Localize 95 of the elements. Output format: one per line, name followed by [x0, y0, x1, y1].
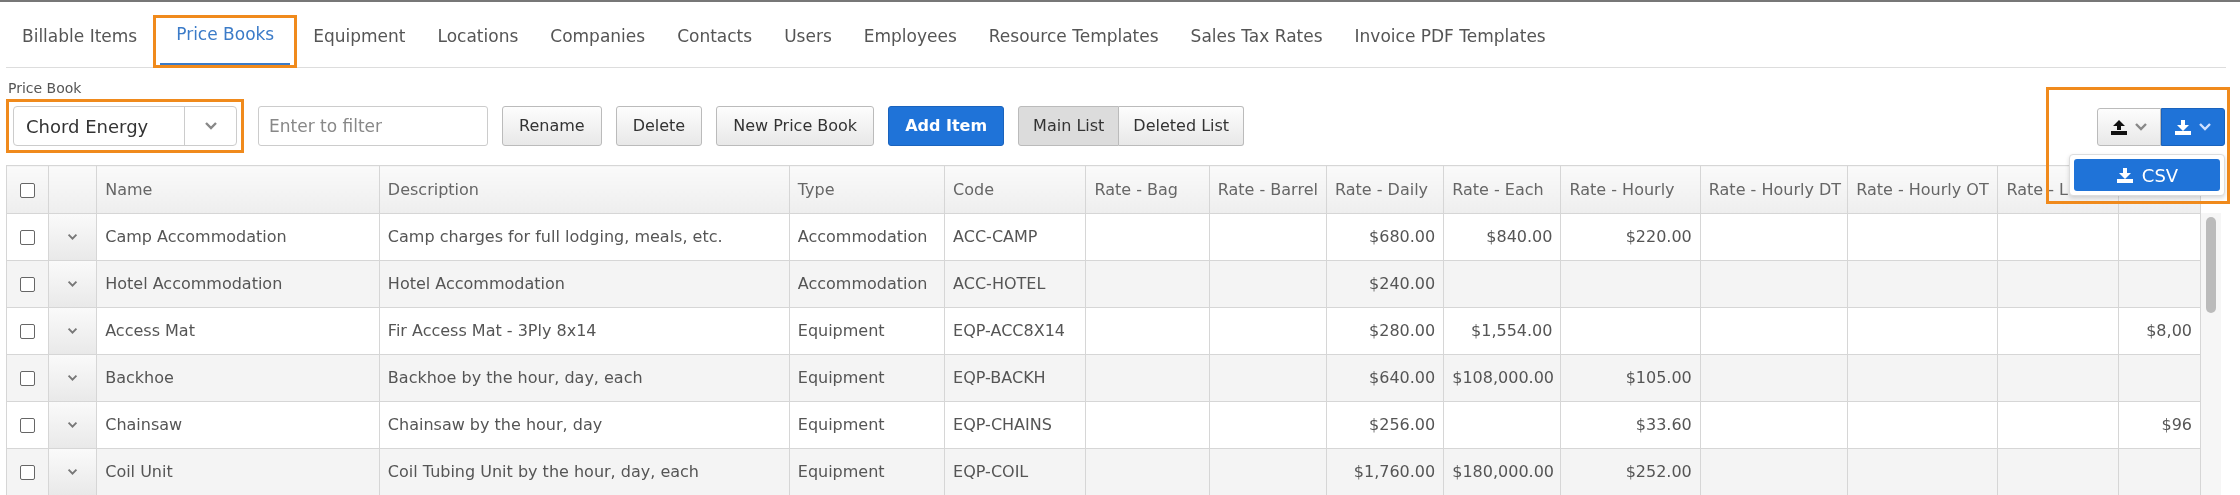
- table-cell: $108,000.00: [1443, 354, 1561, 402]
- table-cell: ACC-HOTEL: [944, 260, 1086, 308]
- column-header[interactable]: Description: [379, 165, 790, 214]
- column-header[interactable]: Rate - Bag: [1085, 165, 1210, 214]
- tab[interactable]: Companies: [534, 23, 662, 67]
- tab[interactable]: Resource Templates: [972, 23, 1175, 67]
- tab[interactable]: Equipment: [297, 23, 422, 67]
- checkbox[interactable]: [20, 230, 36, 245]
- table-cell: Coil Unit: [96, 448, 380, 495]
- checkbox[interactable]: [20, 324, 36, 339]
- button[interactable]: Add Item: [888, 106, 1005, 146]
- upload-icon: [2110, 118, 2128, 136]
- tab[interactable]: Contacts: [661, 23, 769, 67]
- tab[interactable]: Invoice PDF Templates: [1338, 23, 1562, 67]
- checkbox[interactable]: [20, 418, 36, 433]
- checkbox[interactable]: [20, 182, 36, 198]
- price-book-select[interactable]: Chord Energy: [13, 106, 237, 146]
- chevron-down-icon: [2134, 122, 2148, 132]
- column-header[interactable]: Rate - Hourly OT: [1847, 165, 1998, 214]
- table-cell: Hotel Accommodation: [96, 260, 380, 308]
- tab[interactable]: Price Books: [160, 21, 291, 65]
- scroll-thumb[interactable]: [2206, 217, 2216, 313]
- table-cell: $680.00: [1326, 213, 1444, 261]
- chevron-down-icon: [67, 467, 79, 477]
- table-cell: $33.60: [1561, 401, 1701, 449]
- column-header[interactable]: Type: [789, 165, 945, 214]
- tab[interactable]: Sales Tax Rates: [1174, 23, 1339, 67]
- column-header[interactable]: Rate - Hourly DT: [1700, 165, 1848, 214]
- table-cell: Accommodation: [789, 213, 945, 261]
- checkbox[interactable]: [20, 465, 36, 480]
- tab[interactable]: Billable Items: [6, 23, 154, 67]
- table-cell: Chainsaw: [96, 401, 380, 449]
- table-cell: Camp Accommodation: [96, 213, 380, 261]
- table-cell: $280.00: [1326, 307, 1444, 355]
- table-cell: $105.00: [1561, 354, 1701, 402]
- column-header[interactable]: Rate - Barrel: [1209, 165, 1327, 214]
- table-cell: $1,554.00: [1443, 307, 1561, 355]
- table-cell: Chainsaw by the hour, day: [379, 401, 790, 449]
- table-cell: $252.00: [1561, 448, 1701, 495]
- table-cell: $180,000.00: [1443, 448, 1561, 495]
- list-toggle[interactable]: Deleted List: [1119, 106, 1245, 146]
- table-cell: Equipment: [789, 354, 945, 402]
- table-cell: EQP-CHAINS: [944, 401, 1086, 449]
- chevron-down-icon: [67, 326, 79, 336]
- table-cell: Coil Tubing Unit by the hour, day, each: [379, 448, 790, 495]
- table-cell: Equipment: [789, 448, 945, 495]
- table-cell: Fir Access Mat - 3Ply 8x14: [379, 307, 790, 355]
- column-header[interactable]: Rate - Daily: [1326, 165, 1444, 214]
- table-cell: Backhoe: [96, 354, 380, 402]
- tab[interactable]: Employees: [847, 23, 973, 67]
- download-icon: [2115, 166, 2134, 184]
- table-cell: $220.00: [1561, 213, 1701, 261]
- checkbox[interactable]: [20, 371, 36, 386]
- table-cell: $240.00: [1326, 260, 1444, 308]
- chevron-down-icon: [203, 121, 218, 131]
- table-cell: $8,00: [2118, 307, 2201, 355]
- table-cell: $840.00: [1443, 213, 1561, 261]
- table-cell: EQP-COIL: [944, 448, 1086, 495]
- table-cell: Access Mat: [96, 307, 380, 355]
- table-cell: $256.00: [1326, 401, 1444, 449]
- column-header[interactable]: Name: [96, 165, 380, 214]
- table-cell: $96: [2118, 401, 2201, 449]
- download-button[interactable]: [2161, 108, 2225, 146]
- table-cell: Equipment: [789, 401, 945, 449]
- column-header[interactable]: Rate - Each: [1443, 165, 1561, 214]
- field-label: Price Book: [8, 79, 82, 98]
- button[interactable]: New Price Book: [716, 106, 875, 146]
- table-cell: $640.00: [1326, 354, 1444, 402]
- button[interactable]: Delete: [615, 106, 703, 146]
- filter-field[interactable]: Enter to filter: [258, 106, 488, 146]
- checkbox[interactable]: [20, 277, 36, 292]
- table-cell: Backhoe by the hour, day, each: [379, 354, 790, 402]
- menu-item[interactable]: CSV: [2074, 159, 2220, 191]
- table-cell: ACC-CAMP: [944, 213, 1086, 261]
- table-cell: EQP-BACKH: [944, 354, 1086, 402]
- chevron-down-icon: [67, 232, 79, 242]
- upload-button[interactable]: [2097, 108, 2161, 146]
- scrollbar[interactable]: [2201, 213, 2221, 495]
- table-cell: EQP-ACC8X14: [944, 307, 1086, 355]
- table-cell: Hotel Accommodation: [379, 260, 790, 308]
- table-cell: Camp charges for full lodging, meals, etc.: [379, 213, 790, 261]
- table-cell: Equipment: [789, 307, 945, 355]
- list-toggle[interactable]: Main List: [1018, 106, 1120, 146]
- chevron-down-icon: [2198, 122, 2212, 132]
- column-header[interactable]: Code: [944, 165, 1086, 214]
- download-icon: [2174, 118, 2192, 136]
- tab[interactable]: Locations: [421, 23, 535, 67]
- tab[interactable]: Users: [768, 23, 848, 67]
- column-header[interactable]: Rate - Hourly: [1561, 165, 1701, 214]
- chevron-down-icon: [67, 279, 79, 289]
- chevron-down-icon: [67, 373, 79, 383]
- table-cell: $1,760.00: [1326, 448, 1444, 495]
- table-cell: Accommodation: [789, 260, 945, 308]
- chevron-down-icon: [67, 420, 79, 430]
- button[interactable]: Rename: [502, 106, 602, 146]
